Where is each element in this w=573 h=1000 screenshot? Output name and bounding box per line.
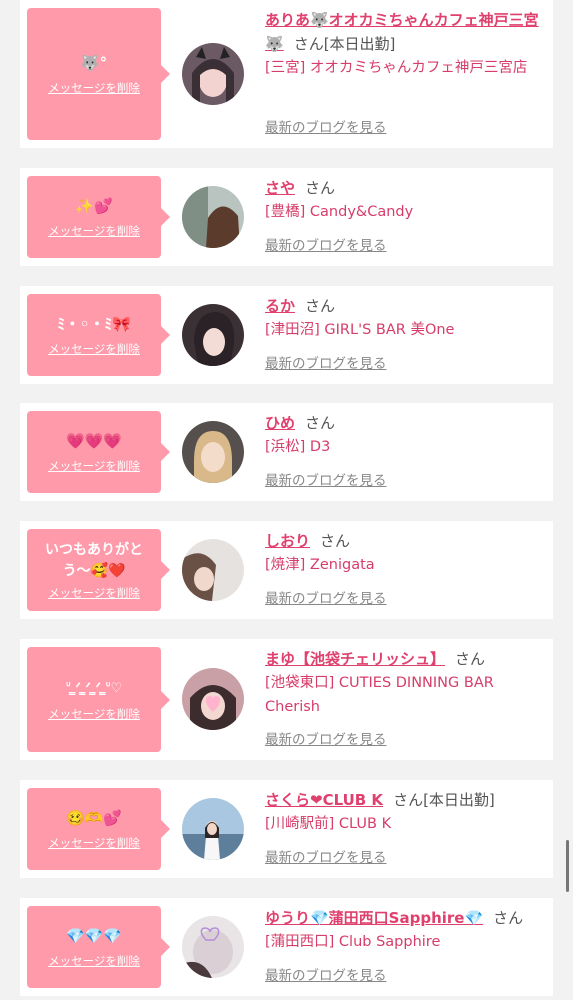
latest-blog-link[interactable]: 最新のブログを見る [265,118,387,138]
cast-name-link[interactable]: さや [265,179,295,197]
avatar-photo-mayu [182,668,244,730]
list-item: ﾐ・◦・ﾐ🎀 メッセージを削除 るか さん [津田沼] GIRL'S BAR 美O… [20,286,553,384]
latest-blog-link[interactable]: 最新のブログを見る [265,471,387,491]
message-bubble: いつもありがとう〜🥰❤️ メッセージを削除 [27,529,170,611]
delete-message-link[interactable]: メッセージを削除 [48,341,140,357]
cast-name-link[interactable]: るか [265,297,295,315]
card-info: ゆうり💎蒲田西口Sapphire💎 さん [蒲田西口] Club Sapphire… [265,906,547,984]
message-text: 💗💗💗 [65,432,123,450]
card-info: ひめ さん [浜松] D3 最新のブログを見る [265,411,547,489]
avatar-photo-yuuri [182,916,244,978]
avatar[interactable] [182,916,244,978]
card-info: るか さん [津田沼] GIRL'S BAR 美One 最新のブログを見る [265,294,547,372]
cast-name-link[interactable]: まゆ【池袋チェリッシュ】 [265,650,445,668]
list-item: 🥴🫶💕 メッセージを削除 さくら❤CLUB K さん[本日出勤] [川崎駅前] C… [20,780,553,878]
shop-name: [池袋東口] CUTIES DINNING BAR Cherish [265,675,494,715]
honorific: さん [455,650,486,668]
avatar[interactable] [182,43,244,105]
shop-name: [三宮] オオカミちゃんカフェ神戸三宮店 [265,60,528,76]
honorific: さん [305,414,336,432]
honorific: さん [320,532,351,550]
avatar-photo-sakura [182,798,244,860]
honorific: さん [393,791,424,809]
honorific: さん [493,909,524,927]
list-item: ᐡ ̳ᐟ ̳ᐟ ̳ᐟ ̳ᐡ♡ メッセージを削除 まゆ【池袋チェリッシュ】 さん [… [20,639,553,760]
message-bubble: ✨💕 メッセージを削除 [27,176,170,258]
message-bubble: 🐺° メッセージを削除 [27,8,170,140]
honorific: さん [305,179,336,197]
latest-blog-link[interactable]: 最新のブログを見る [265,848,387,868]
avatar[interactable] [182,668,244,730]
latest-blog-link[interactable]: 最新のブログを見る [265,236,387,256]
cast-name-link[interactable]: ゆうり💎蒲田西口Sapphire💎 [265,909,483,927]
list-item: 💎💎💎 メッセージを削除 ゆうり💎蒲田西口Sapphire💎 さん [蒲田西口] … [20,898,553,996]
latest-blog-link[interactable]: 最新のブログを見る [265,730,387,750]
avatar[interactable] [182,304,244,366]
card-info: さや さん [豊橋] Candy&Candy 最新のブログを見る [265,176,547,254]
shop-name: [浜松] D3 [265,439,331,455]
avatar[interactable] [182,186,244,248]
avatar-photo-saya [182,186,244,248]
cast-name-link[interactable]: さくら❤CLUB K [265,791,383,809]
card-info: まゆ【池袋チェリッシュ】 さん [池袋東口] CUTIES DINNING BAR… [265,647,547,748]
list-item: ✨💕 メッセージを削除 さや さん [豊橋] Candy&Candy 最新のブログ… [20,168,553,266]
message-bubble: 💗💗💗 メッセージを削除 [27,411,170,493]
message-text: 🐺° [80,54,108,72]
card-info: しおり さん [焼津] Zenigata 最新のブログを見る [265,529,547,607]
avatar[interactable] [182,798,244,860]
avatar-photo-ruka [182,304,244,366]
scrollbar[interactable] [566,840,569,892]
message-text: ✨💕 [75,197,113,215]
list-item: 🐺° メッセージを削除 ありあ🐺オオカミちゃんカフェ神戸三宮🐺 さん[本日出勤] … [20,0,553,148]
status-badge: [本日出勤] [323,35,396,53]
message-text: ﾐ・◦・ﾐ🎀 [57,315,131,333]
shop-name: [津田沼] GIRL'S BAR 美One [265,322,455,338]
message-bubble: ﾐ・◦・ﾐ🎀 メッセージを削除 [27,294,170,376]
avatar-photo-shiori [182,539,244,601]
list-item: 💗💗💗 メッセージを削除 ひめ さん [浜松] D3 最新のブログを見る [20,403,553,501]
status-badge: [本日出勤] [423,791,495,809]
shop-name: [川崎駅前] CLUB K [265,816,392,832]
list-item: いつもありがとう〜🥰❤️ メッセージを削除 しおり さん [焼津] Zenigat… [20,521,553,619]
message-text: 💎💎💎 [65,927,123,945]
honorific: さん [293,35,324,53]
latest-blog-link[interactable]: 最新のブログを見る [265,966,387,986]
delete-message-link[interactable]: メッセージを削除 [48,953,140,969]
message-text: いつもありがとう〜🥰❤️ [45,541,143,579]
delete-message-link[interactable]: メッセージを削除 [48,835,140,851]
cast-name-link[interactable]: しおり [265,532,310,550]
delete-message-link[interactable]: メッセージを削除 [48,223,140,239]
avatar[interactable] [182,421,244,483]
delete-message-link[interactable]: メッセージを削除 [48,706,140,722]
latest-blog-link[interactable]: 最新のブログを見る [265,589,387,609]
message-text: ᐡ ̳ᐟ ̳ᐟ ̳ᐟ ̳ᐡ♡ [65,680,123,696]
message-bubble: 🥴🫶💕 メッセージを削除 [27,788,170,870]
avatar-photo-ariya [182,43,244,105]
shop-name: [蒲田西口] Club Sapphire [265,934,441,950]
card-info: さくら❤CLUB K さん[本日出勤] [川崎駅前] CLUB K 最新のブログを… [265,788,547,866]
message-text: 🥴🫶💕 [65,809,123,827]
delete-message-link[interactable]: メッセージを削除 [48,585,140,601]
card-info: ありあ🐺オオカミちゃんカフェ神戸三宮🐺 さん[本日出勤] [三宮] オオカミちゃん… [265,8,547,136]
message-bubble: 💎💎💎 メッセージを削除 [27,906,170,988]
message-bubble: ᐡ ̳ᐟ ̳ᐟ ̳ᐟ ̳ᐡ♡ メッセージを削除 [27,647,170,752]
shop-name: [焼津] Zenigata [265,557,375,573]
honorific: さん [305,297,336,315]
shop-name: [豊橋] Candy&Candy [265,204,414,220]
delete-message-link[interactable]: メッセージを削除 [48,80,140,96]
avatar[interactable] [182,539,244,601]
delete-message-link[interactable]: メッセージを削除 [48,458,140,474]
cast-name-link[interactable]: ひめ [265,414,295,432]
latest-blog-link[interactable]: 最新のブログを見る [265,354,387,374]
avatar-photo-hime [182,421,244,483]
